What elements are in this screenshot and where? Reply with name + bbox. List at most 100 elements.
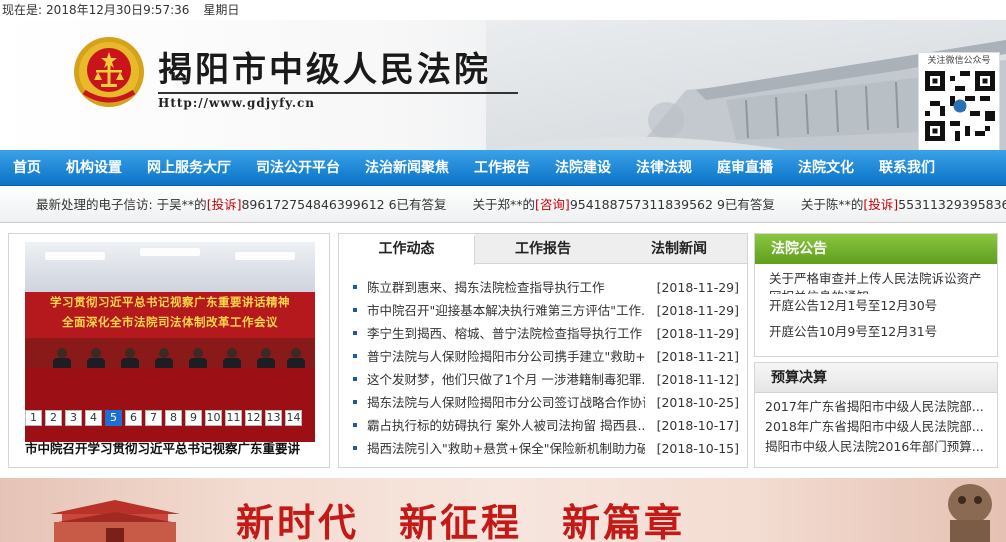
nav-contact[interactable]: 联系我们 (866, 150, 947, 186)
slide-page-13[interactable]: 13 (265, 410, 282, 426)
budget-item[interactable]: 2018年广东省揭阳市中级人民法院部... (765, 417, 987, 437)
bullet-icon (353, 331, 357, 335)
news-item[interactable]: 陈立群到惠来、揭东法院检查指导执行工作 [2018-11-29] (353, 276, 739, 299)
qr-caption: 关注微信公众号 (927, 56, 991, 66)
wechat-qr-box[interactable]: 关注微信公众号 (918, 52, 1000, 150)
current-datetime: 2018年12月30日9:57:36 (46, 3, 190, 17)
ticker-item[interactable]: 关于郑**的[咨询]954188757311839562 9已有答复 (473, 197, 775, 212)
bullet-icon (353, 308, 357, 312)
slideshow-pager: 1 2 3 4 5 6 7 8 9 10 11 12 13 14 (25, 410, 305, 428)
banner-word: 新时代 (236, 500, 360, 542)
tab-work-dynamics[interactable]: 工作动态 (339, 234, 475, 265)
ceiling-light (45, 252, 105, 260)
slide-page-2[interactable]: 2 (45, 410, 62, 426)
petition-ticker: 最新处理的电子信访: 于吴**的[投诉]896172754846399612 6… (0, 187, 1006, 223)
meeting-banner-line2: 全面深化全市法院司法体制改革工作会议 (62, 315, 278, 329)
budget-heading: 预算决算 (755, 363, 997, 393)
notice-item[interactable]: 开庭公告12月1号至12月30号 (769, 296, 987, 316)
notice-item[interactable]: 开庭公告10月9号至12月31号 (769, 322, 987, 342)
photo-slideshow-panel: 学习贯彻习近平总书记视察广东重要讲话精神 全面深化全市法院司法体制改革工作会议 … (8, 233, 330, 468)
slide-page-4[interactable]: 4 (85, 410, 102, 426)
notice-item[interactable]: 关于严格审查并上传人民法院诉讼资产网相关信息的通知 (769, 270, 987, 294)
slide-page-6[interactable]: 6 (125, 410, 142, 426)
slide-page-5[interactable]: 5 (105, 410, 122, 426)
slide-page-1[interactable]: 1 (25, 410, 42, 426)
stone-lion-icon (948, 484, 992, 542)
site-title: 揭阳市中级人民法院 (158, 50, 491, 90)
slide-page-7[interactable]: 7 (145, 410, 162, 426)
slide-page-8[interactable]: 8 (165, 410, 182, 426)
nav-court-culture[interactable]: 法院文化 (785, 150, 866, 186)
budget-list: 2017年广东省揭阳市中级人民法院部... 2018年广东省揭阳市中级人民法院部… (755, 393, 997, 457)
meeting-banner-line1: 学习贯彻习近平总书记视察广东重要讲话精神 (50, 295, 290, 309)
news-item[interactable]: 揭西法院引入"救助+悬赏+保全"保险新机制助力破... [2018-10-15] (353, 437, 739, 460)
news-item[interactable]: 李宁生到揭西、榕城、普宁法院检查指导执行工作 [2018-11-29] (353, 322, 739, 345)
site-header: 揭阳市中级人民法院 Http://www.gdjyfy.cn 关注微信公众号 (0, 20, 1006, 150)
ceiling-light (140, 248, 200, 256)
news-item[interactable]: 揭东法院与人保财险揭阳市分公司签订战略合作协议 [2018-10-25] (353, 391, 739, 414)
nav-organization[interactable]: 机构设置 (53, 150, 134, 186)
nav-home[interactable]: 首页 (0, 150, 53, 186)
news-item[interactable]: 市中院召开"迎接基本解决执行难第三方评估"工作... [2018-11-29] (353, 299, 739, 322)
person-figure (189, 348, 207, 370)
bullet-icon (353, 285, 357, 289)
person-figure (155, 348, 173, 370)
budget-item[interactable]: 揭阳市中级人民法院2016年部门预算... (765, 437, 987, 457)
court-emblem-icon (74, 37, 144, 107)
slide-page-10[interactable]: 10 (205, 410, 222, 426)
bullet-icon (353, 423, 357, 427)
banner-slogan: 新时代 新征程 新篇章 (236, 492, 725, 542)
nav-online-service-hall[interactable]: 网上服务大厅 (134, 150, 243, 186)
time-label: 现在是: (2, 3, 43, 17)
notice-list: 关于严格审查并上传人民法院诉讼资产网相关信息的通知 开庭公告12月1号至12月3… (755, 264, 997, 342)
nav-court-building[interactable]: 法院建设 (542, 150, 623, 186)
slide-page-12[interactable]: 12 (245, 410, 262, 426)
nav-trial-live[interactable]: 庭审直播 (704, 150, 785, 186)
meeting-banner: 学习贯彻习近平总书记视察广东重要讲话精神 全面深化全市法院司法体制改革工作会议 (25, 292, 315, 338)
site-url: Http://www.gdjyfy.cn (158, 96, 316, 110)
news-item[interactable]: 普宁法院与人保财险揭阳市分公司携手建立"救助+... [2018-11-21] (353, 345, 739, 368)
new-era-banner[interactable]: 新时代 新征程 新篇章 (0, 478, 1006, 542)
nav-legal-news[interactable]: 法治新闻聚焦 (352, 150, 461, 186)
nav-judicial-openness[interactable]: 司法公开平台 (243, 150, 352, 186)
budget-item[interactable]: 2017年广东省揭阳市中级人民法院部... (765, 397, 987, 417)
person-figure (87, 348, 105, 370)
ticker-item[interactable]: 最新处理的电子信访: 于吴**的[投诉]896172754846399612 6… (36, 197, 447, 212)
current-time-bar: 现在是: 2018年12月30日9:57:36 星期日 (0, 0, 1006, 20)
ticker-item[interactable]: 关于陈**的[投诉]553113293958366662 8已有答复 (801, 197, 1006, 212)
main-navigation: 首页 机构设置 网上服务大厅 司法公开平台 法治新闻聚焦 工作报告 法院建设 法… (0, 150, 1006, 186)
court-notices-panel: 法院公告 关于严格审查并上传人民法院诉讼资产网相关信息的通知 开庭公告12月1号… (754, 233, 998, 357)
person-figure (121, 348, 139, 370)
nav-laws[interactable]: 法律法规 (623, 150, 704, 186)
slideshow-caption[interactable]: 市中院召开学习贯彻习近平总书记视察广东重要讲 (25, 438, 325, 457)
meeting-table (25, 368, 315, 442)
tiananmen-gate-icon (50, 500, 180, 542)
news-list: 陈立群到惠来、揭东法院检查指导执行工作 [2018-11-29] 市中院召开"迎接… (353, 276, 739, 460)
news-item[interactable]: 这个发财梦，他们只做了1个月 一涉港籍制毒犯罪... [2018-11-12] (353, 368, 739, 391)
qr-code-icon (925, 71, 995, 141)
person-figure (53, 348, 71, 370)
bullet-icon (353, 377, 357, 381)
title-underline (158, 92, 518, 94)
slide-page-3[interactable]: 3 (65, 410, 82, 426)
news-item[interactable]: 霸占执行标的妨碍执行 案外人被司法拘留 揭西县... [2018-10-17] (353, 414, 739, 437)
bullet-icon (353, 400, 357, 404)
tab-legal-news[interactable]: 法制新闻 (611, 234, 747, 264)
slide-page-9[interactable]: 9 (185, 410, 202, 426)
slide-page-14[interactable]: 14 (285, 410, 302, 426)
banner-word: 新篇章 (562, 500, 686, 542)
ceiling-light (235, 252, 295, 260)
news-tab-bar: 工作动态 工作报告 法制新闻 (339, 234, 747, 265)
bullet-icon (353, 354, 357, 358)
person-figure (287, 348, 305, 370)
person-figure (223, 348, 241, 370)
court-notices-heading: 法院公告 (755, 234, 997, 264)
banner-word: 新征程 (399, 500, 523, 542)
nav-work-report[interactable]: 工作报告 (461, 150, 542, 186)
tab-work-report[interactable]: 工作报告 (475, 234, 611, 264)
slide-page-11[interactable]: 11 (225, 410, 242, 426)
bullet-icon (353, 446, 357, 450)
news-tabs-panel: 工作动态 工作报告 法制新闻 陈立群到惠来、揭东法院检查指导执行工作 [2018-… (338, 233, 748, 468)
person-figure (257, 348, 275, 370)
current-weekday: 星期日 (203, 3, 240, 17)
